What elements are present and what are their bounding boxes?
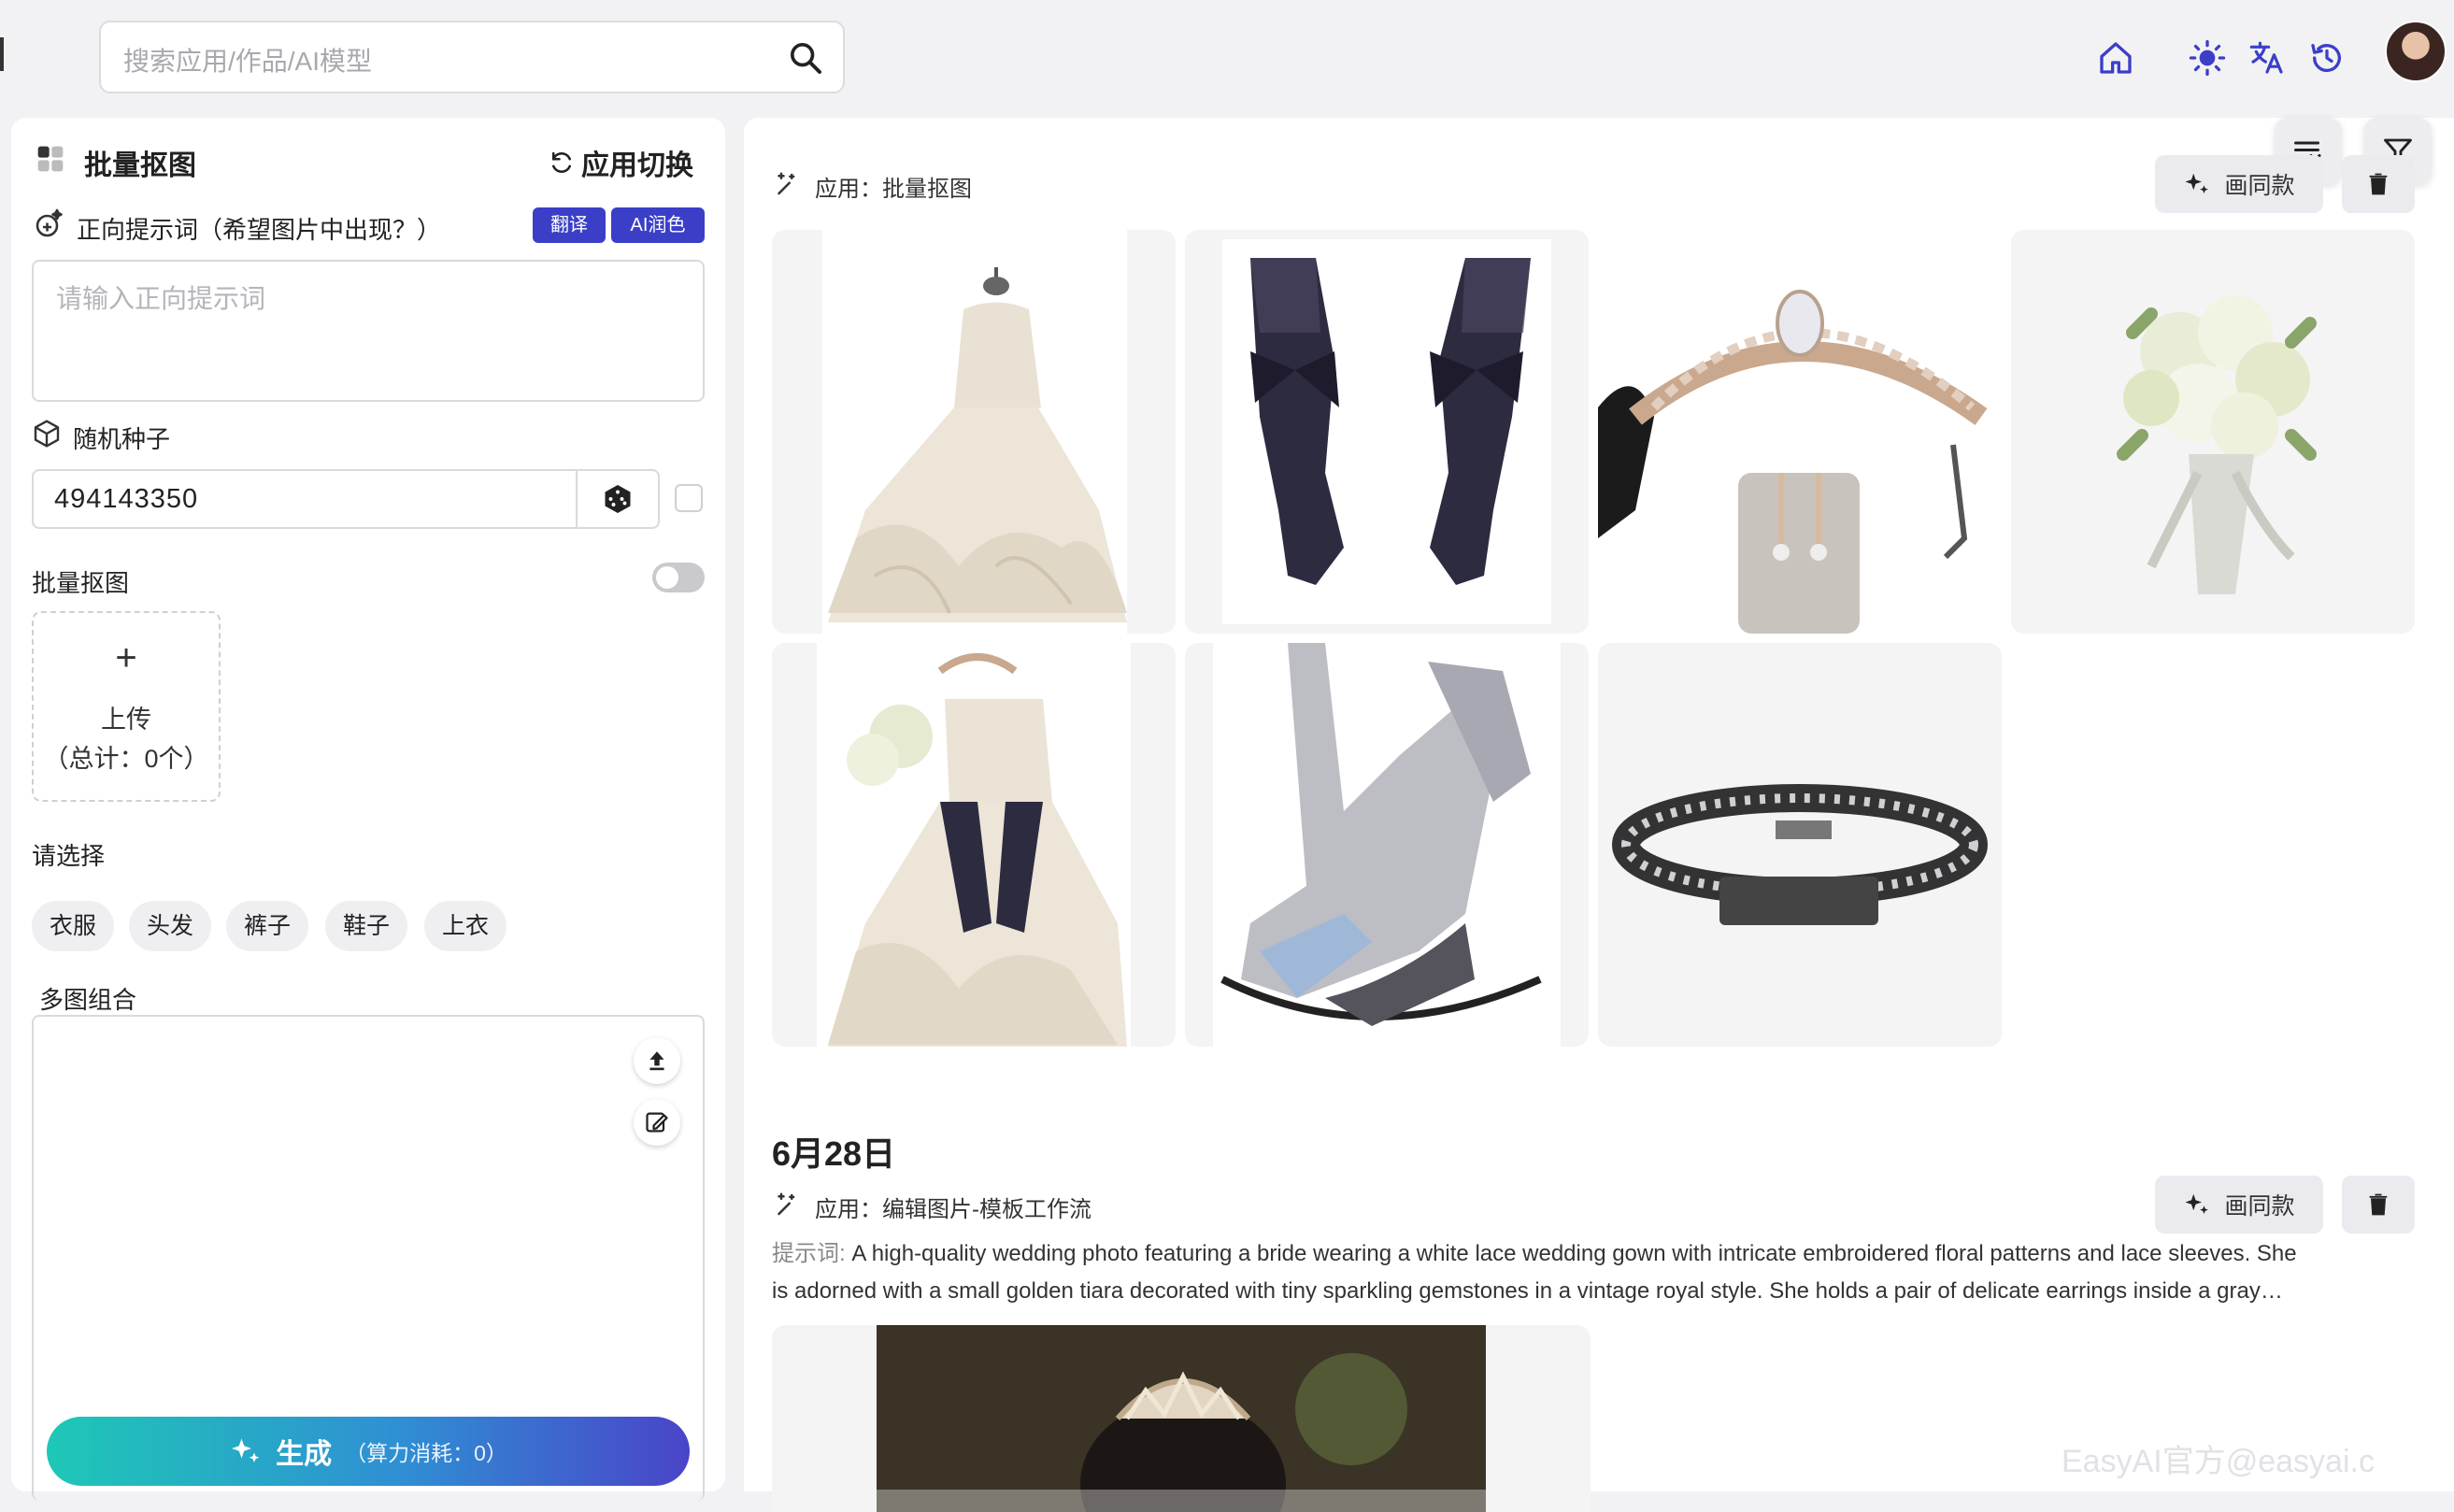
upload-label: 上传 bbox=[101, 706, 151, 734]
record2-draw-same-label: 画同款 bbox=[2224, 1193, 2295, 1220]
upload-area[interactable]: + 上传 （总计：0个） bbox=[32, 611, 221, 802]
user-avatar[interactable] bbox=[2385, 21, 2447, 82]
record1-app-prefix: 应用： bbox=[815, 177, 882, 202]
magic-wand-icon bbox=[778, 172, 795, 195]
heels-image bbox=[1213, 643, 1561, 1047]
search-icon[interactable] bbox=[787, 39, 824, 77]
record2-delete-button[interactable] bbox=[2342, 1176, 2415, 1234]
upload-count: （总计：0个） bbox=[43, 745, 209, 773]
record1-app-line: 应用：批量抠图 bbox=[815, 170, 972, 203]
edit-image-button[interactable] bbox=[634, 1099, 680, 1146]
tiara-image bbox=[1598, 230, 2002, 634]
record1-delete-button[interactable] bbox=[2342, 155, 2415, 213]
record2-prompt-prefix: 提示词: bbox=[772, 1241, 846, 1266]
record1-draw-same-label: 画同款 bbox=[2224, 173, 2295, 199]
record2-draw-same-button[interactable]: 画同款 bbox=[2155, 1176, 2323, 1234]
apps-grid-icon bbox=[37, 146, 64, 172]
ai-polish-button[interactable]: AI润色 bbox=[611, 207, 705, 243]
bracelet-image bbox=[1612, 784, 1988, 925]
translate-icon[interactable] bbox=[2248, 39, 2286, 77]
record1-draw-same-button[interactable]: 画同款 bbox=[2155, 155, 2323, 213]
record2-prompt-line1: 提示词: A high-quality wedding photo featur… bbox=[772, 1235, 2417, 1273]
plus-icon: + bbox=[115, 637, 137, 678]
batch-cutout-label: 批量抠图 bbox=[32, 569, 130, 597]
gloves-image bbox=[1222, 239, 1551, 624]
trash-icon bbox=[2369, 1193, 2388, 1216]
search-input[interactable]: 搜索应用/作品/AI模型 bbox=[99, 21, 845, 93]
record2-app-name: 编辑图片-模板工作流 bbox=[882, 1197, 1091, 1222]
prompt-textarea[interactable]: 请输入正向提示词 bbox=[32, 260, 705, 402]
prompt-placeholder: 请输入正向提示词 bbox=[56, 284, 266, 313]
bride-portrait-image bbox=[877, 1325, 1486, 1512]
upload-image-button[interactable] bbox=[634, 1037, 680, 1084]
home-icon[interactable] bbox=[2097, 39, 2134, 77]
edit-note-icon bbox=[646, 1112, 668, 1133]
record2-prompt: 提示词: A high-quality wedding photo featur… bbox=[772, 1235, 2417, 1310]
toggle-knob bbox=[656, 566, 678, 589]
dice-icon bbox=[605, 485, 631, 513]
translate-button[interactable]: 翻译 bbox=[533, 207, 606, 243]
seed-lock-checkbox[interactable] bbox=[675, 484, 703, 512]
search-placeholder: 搜索应用/作品/AI模型 bbox=[123, 47, 373, 76]
chip-tops[interactable]: 上衣 bbox=[424, 901, 506, 951]
sun-icon[interactable] bbox=[2189, 39, 2226, 77]
seed-value: 494143350 bbox=[54, 484, 199, 514]
cube-icon bbox=[34, 420, 60, 448]
magic-wand-icon bbox=[778, 1192, 795, 1216]
chip-pants[interactable]: 裤子 bbox=[226, 901, 308, 951]
trash-icon bbox=[2369, 173, 2388, 195]
app-title: 批量抠图 bbox=[84, 150, 196, 181]
chip-clothes[interactable]: 衣服 bbox=[32, 901, 114, 951]
app-switch-label: 应用切换 bbox=[581, 150, 693, 181]
seed-label: 随机种子 bbox=[73, 425, 171, 453]
chip-hair[interactable]: 头发 bbox=[129, 901, 211, 951]
result-image-gloves[interactable] bbox=[1185, 230, 1589, 634]
generate-label: 生成 bbox=[276, 1439, 333, 1470]
record2-date: 6月28日 bbox=[772, 1134, 896, 1173]
result-image-wedding-dress[interactable] bbox=[772, 230, 1176, 634]
record2-app-prefix: 应用： bbox=[815, 1197, 882, 1222]
window-edge-marker bbox=[0, 37, 4, 71]
refresh-icon bbox=[552, 151, 571, 173]
history-icon[interactable] bbox=[2308, 39, 2346, 77]
result-image-heels[interactable] bbox=[1185, 643, 1589, 1047]
record2-app-line: 应用：编辑图片-模板工作流 bbox=[815, 1191, 1091, 1223]
result-image-bride-portrait[interactable] bbox=[772, 1325, 1591, 1512]
sparkle-icon bbox=[2185, 1193, 2209, 1214]
generate-cost: （算力消耗：0） bbox=[345, 1441, 507, 1465]
record2-prompt-line2: is adorned with a small golden tiara dec… bbox=[772, 1278, 2283, 1304]
chip-shoes[interactable]: 鞋子 bbox=[325, 901, 407, 951]
ai-prompt-icon bbox=[36, 208, 63, 237]
multi-image-label: 多图组合 bbox=[39, 986, 137, 1014]
upload-icon bbox=[649, 1051, 664, 1071]
seed-input[interactable]: 494143350 bbox=[32, 469, 660, 529]
composite-image bbox=[817, 643, 1131, 1047]
random-seed-button[interactable] bbox=[576, 471, 658, 527]
result-image-bracelet[interactable] bbox=[1598, 643, 2002, 1047]
prompt-label: 正向提示词（希望图片中出现？） bbox=[77, 216, 442, 244]
result-image-bouquet[interactable] bbox=[2011, 230, 2415, 634]
record1-app-name: 批量抠图 bbox=[882, 177, 972, 202]
watermark: EasyAI官方@easyai.c bbox=[2062, 1444, 2375, 1479]
result-image-composite[interactable] bbox=[772, 643, 1176, 1047]
sparkle-icon bbox=[232, 1438, 260, 1462]
bouquet-image bbox=[2117, 295, 2317, 594]
wedding-dress-image bbox=[822, 230, 1127, 634]
generate-button[interactable]: 生成 （算力消耗：0） bbox=[47, 1417, 690, 1486]
select-label: 请选择 bbox=[32, 842, 106, 870]
result-image-tiara[interactable] bbox=[1598, 230, 2002, 634]
sparkle-icon bbox=[2185, 173, 2209, 193]
app-switch-button[interactable]: 应用切换 bbox=[548, 142, 693, 183]
batch-cutout-toggle[interactable] bbox=[652, 563, 705, 592]
record2-prompt-text1: A high-quality wedding photo featuring a… bbox=[845, 1241, 2297, 1266]
